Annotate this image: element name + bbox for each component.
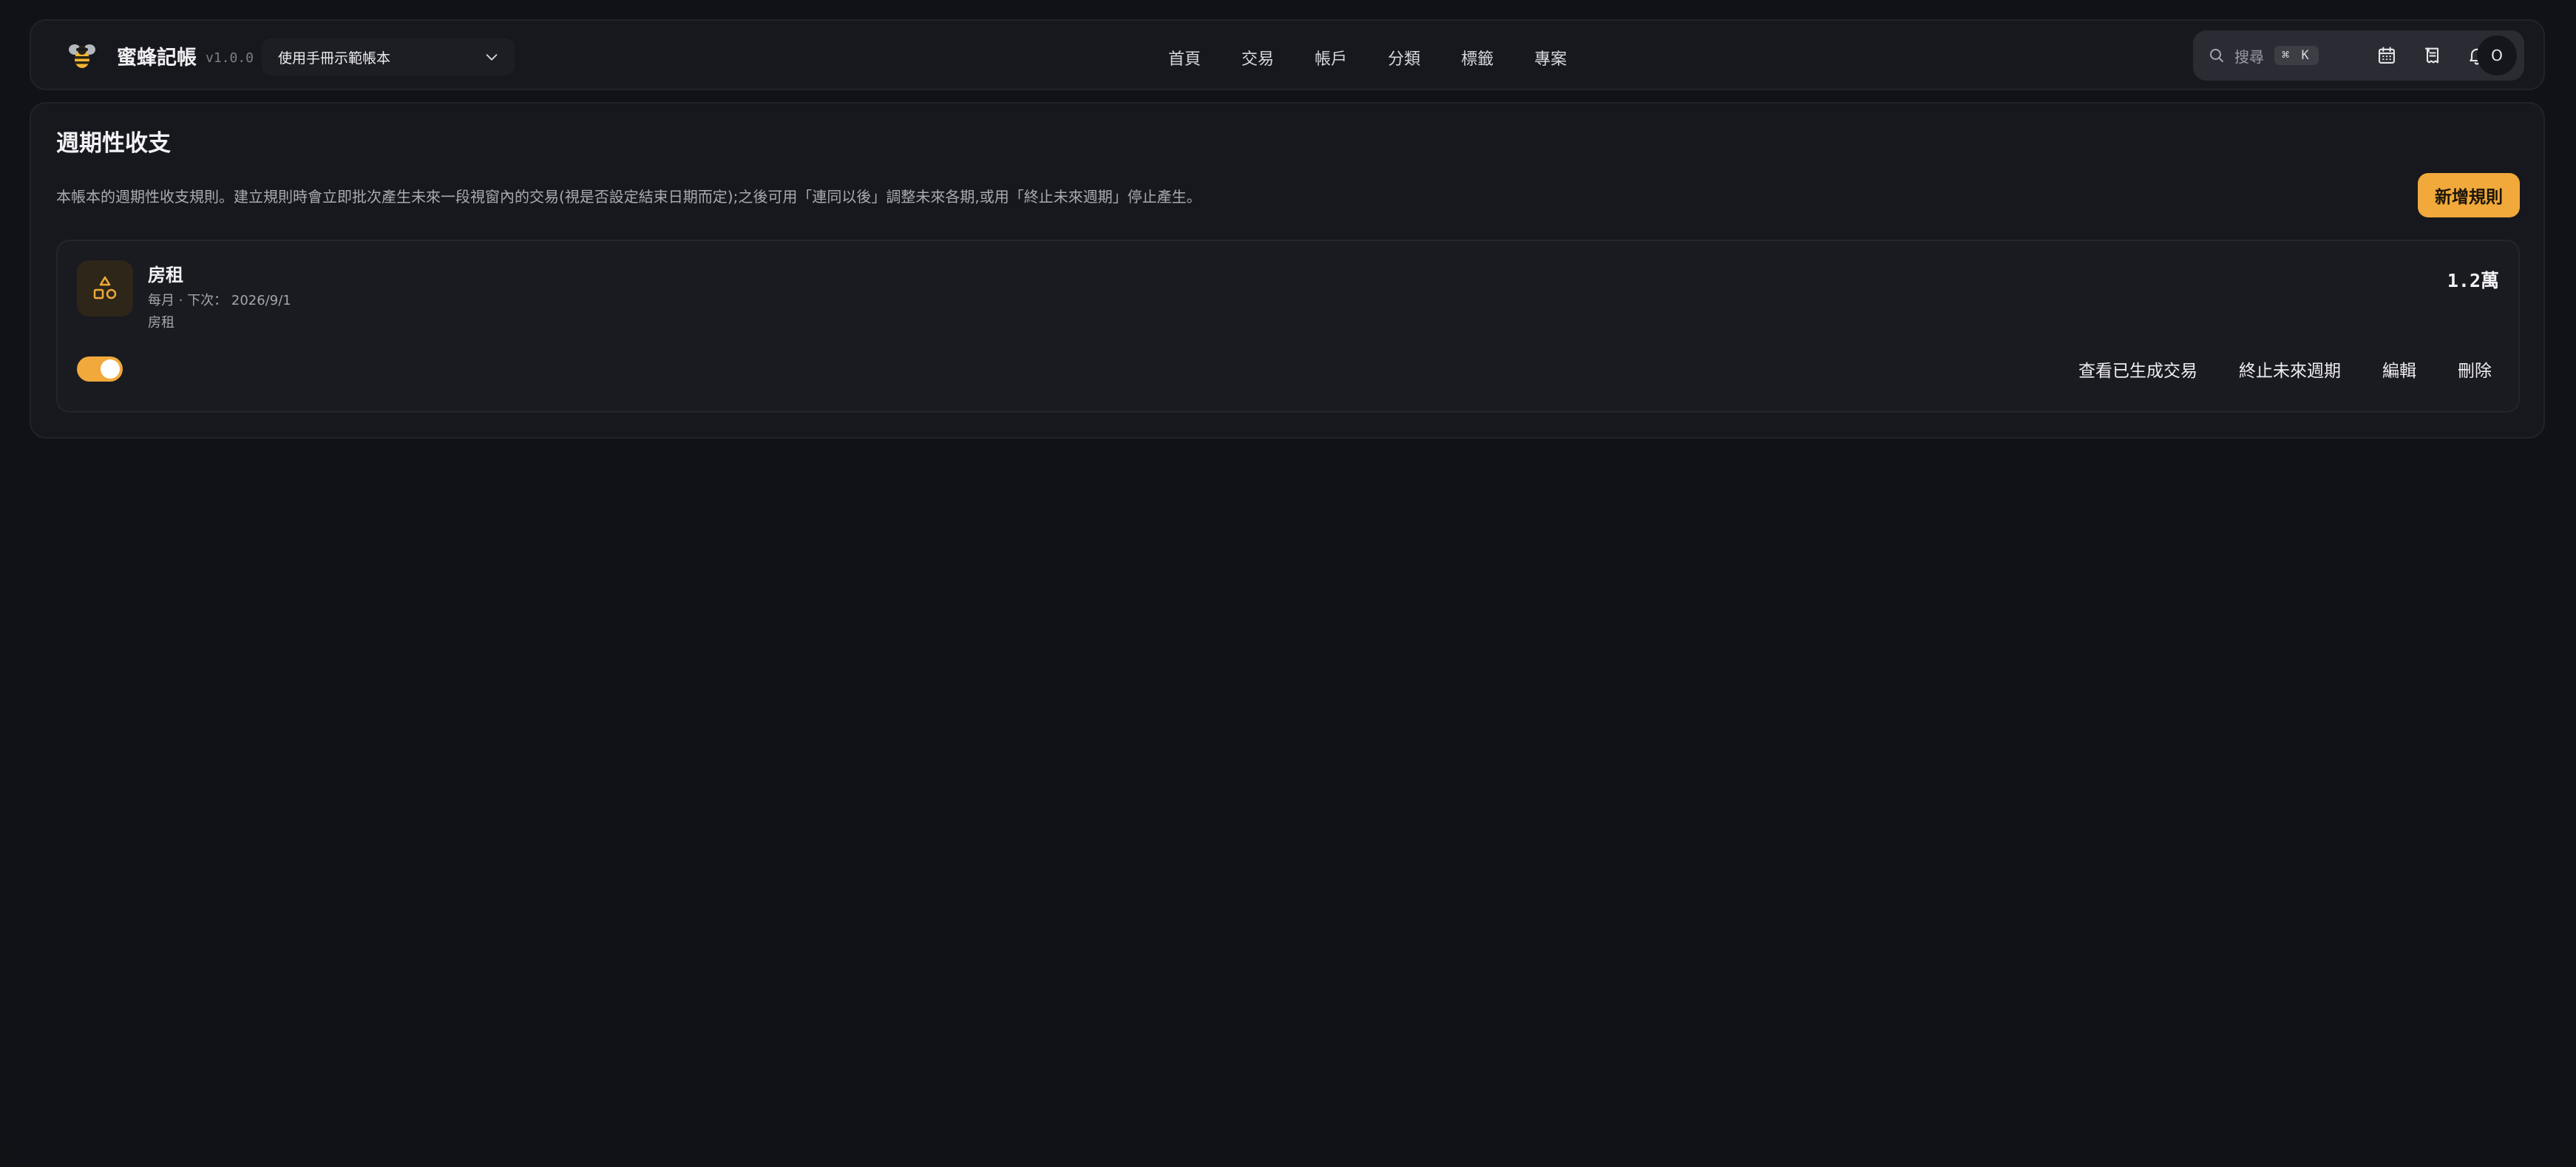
nav-item-projects[interactable]: 專案 (1534, 46, 1567, 70)
search-shortcut: ⌘ K (2274, 46, 2319, 65)
stop-future-button[interactable]: 終止未來週期 (2239, 356, 2341, 382)
edit-button[interactable]: 編輯 (2382, 356, 2416, 382)
rule-amount: 1.2萬 (2447, 270, 2499, 291)
view-generated-button[interactable]: 查看已生成交易 (2078, 356, 2197, 382)
user-avatar[interactable]: O (2477, 35, 2517, 75)
book-selector[interactable]: 使用手冊示範帳本 (262, 38, 515, 75)
search-label: 搜尋 (2234, 47, 2264, 66)
nav-item-categories[interactable]: 分類 (1388, 46, 1420, 70)
rule-actions: 查看已生成交易 終止未來週期 編輯 刪除 (2037, 356, 2492, 382)
rule-category: 房租 (148, 315, 174, 331)
app-window: 蜜蜂記帳 v1.0.0 使用手冊示範帳本 首頁 交易 帳戶 分類 標籤 專案 搜… (0, 0, 2576, 1167)
top-bar: 蜜蜂記帳 v1.0.0 使用手冊示範帳本 首頁 交易 帳戶 分類 標籤 專案 搜… (30, 19, 2545, 90)
main-nav: 首頁 交易 帳戶 分類 標籤 專案 (1168, 43, 1567, 72)
page-title: 週期性收支 (56, 130, 171, 157)
rule-name: 房租 (148, 265, 183, 285)
shapes-icon (77, 260, 133, 317)
app-version: v1.0.0 (206, 50, 254, 66)
nav-item-tags[interactable]: 標籤 (1461, 46, 1494, 70)
chevron-down-icon (486, 54, 498, 61)
nav-item-transactions[interactable]: 交易 (1241, 46, 1274, 70)
search-button[interactable]: 搜尋 ⌘ K (2208, 44, 2319, 67)
brand[interactable]: 蜜蜂記帳 v1.0.0 (62, 35, 254, 75)
recurring-panel: 週期性收支 本帳本的週期性收支規則。建立規則時會立即批次產生未來一段視窗內的交易… (30, 102, 2545, 439)
book-selector-value: 使用手冊示範帳本 (278, 50, 391, 67)
rule-card: 房租 每月 · 下次： 2026/9/1 房租 1.2萬 查看已生成交易 終止未… (56, 240, 2520, 413)
calendar-icon[interactable] (2376, 45, 2397, 66)
nav-item-home[interactable]: 首頁 (1168, 46, 1201, 70)
rule-enabled-toggle[interactable] (77, 356, 123, 382)
delete-button[interactable]: 刪除 (2458, 356, 2492, 382)
toggle-knob (101, 359, 120, 379)
toolbar: 搜尋 ⌘ K O (2193, 30, 2524, 81)
search-icon (2210, 49, 2223, 62)
bee-logo-icon (62, 35, 102, 75)
receipt-icon[interactable] (2422, 45, 2443, 66)
add-rule-button[interactable]: 新增規則 (2418, 173, 2520, 217)
page-description: 本帳本的週期性收支規則。建立規則時會立即批次產生未來一段視窗內的交易(視是否設定… (56, 188, 1201, 206)
app-name: 蜜蜂記帳 (117, 46, 197, 70)
rule-schedule: 每月 · 下次： 2026/9/1 (148, 293, 291, 308)
nav-item-accounts[interactable]: 帳戶 (1315, 46, 1347, 70)
